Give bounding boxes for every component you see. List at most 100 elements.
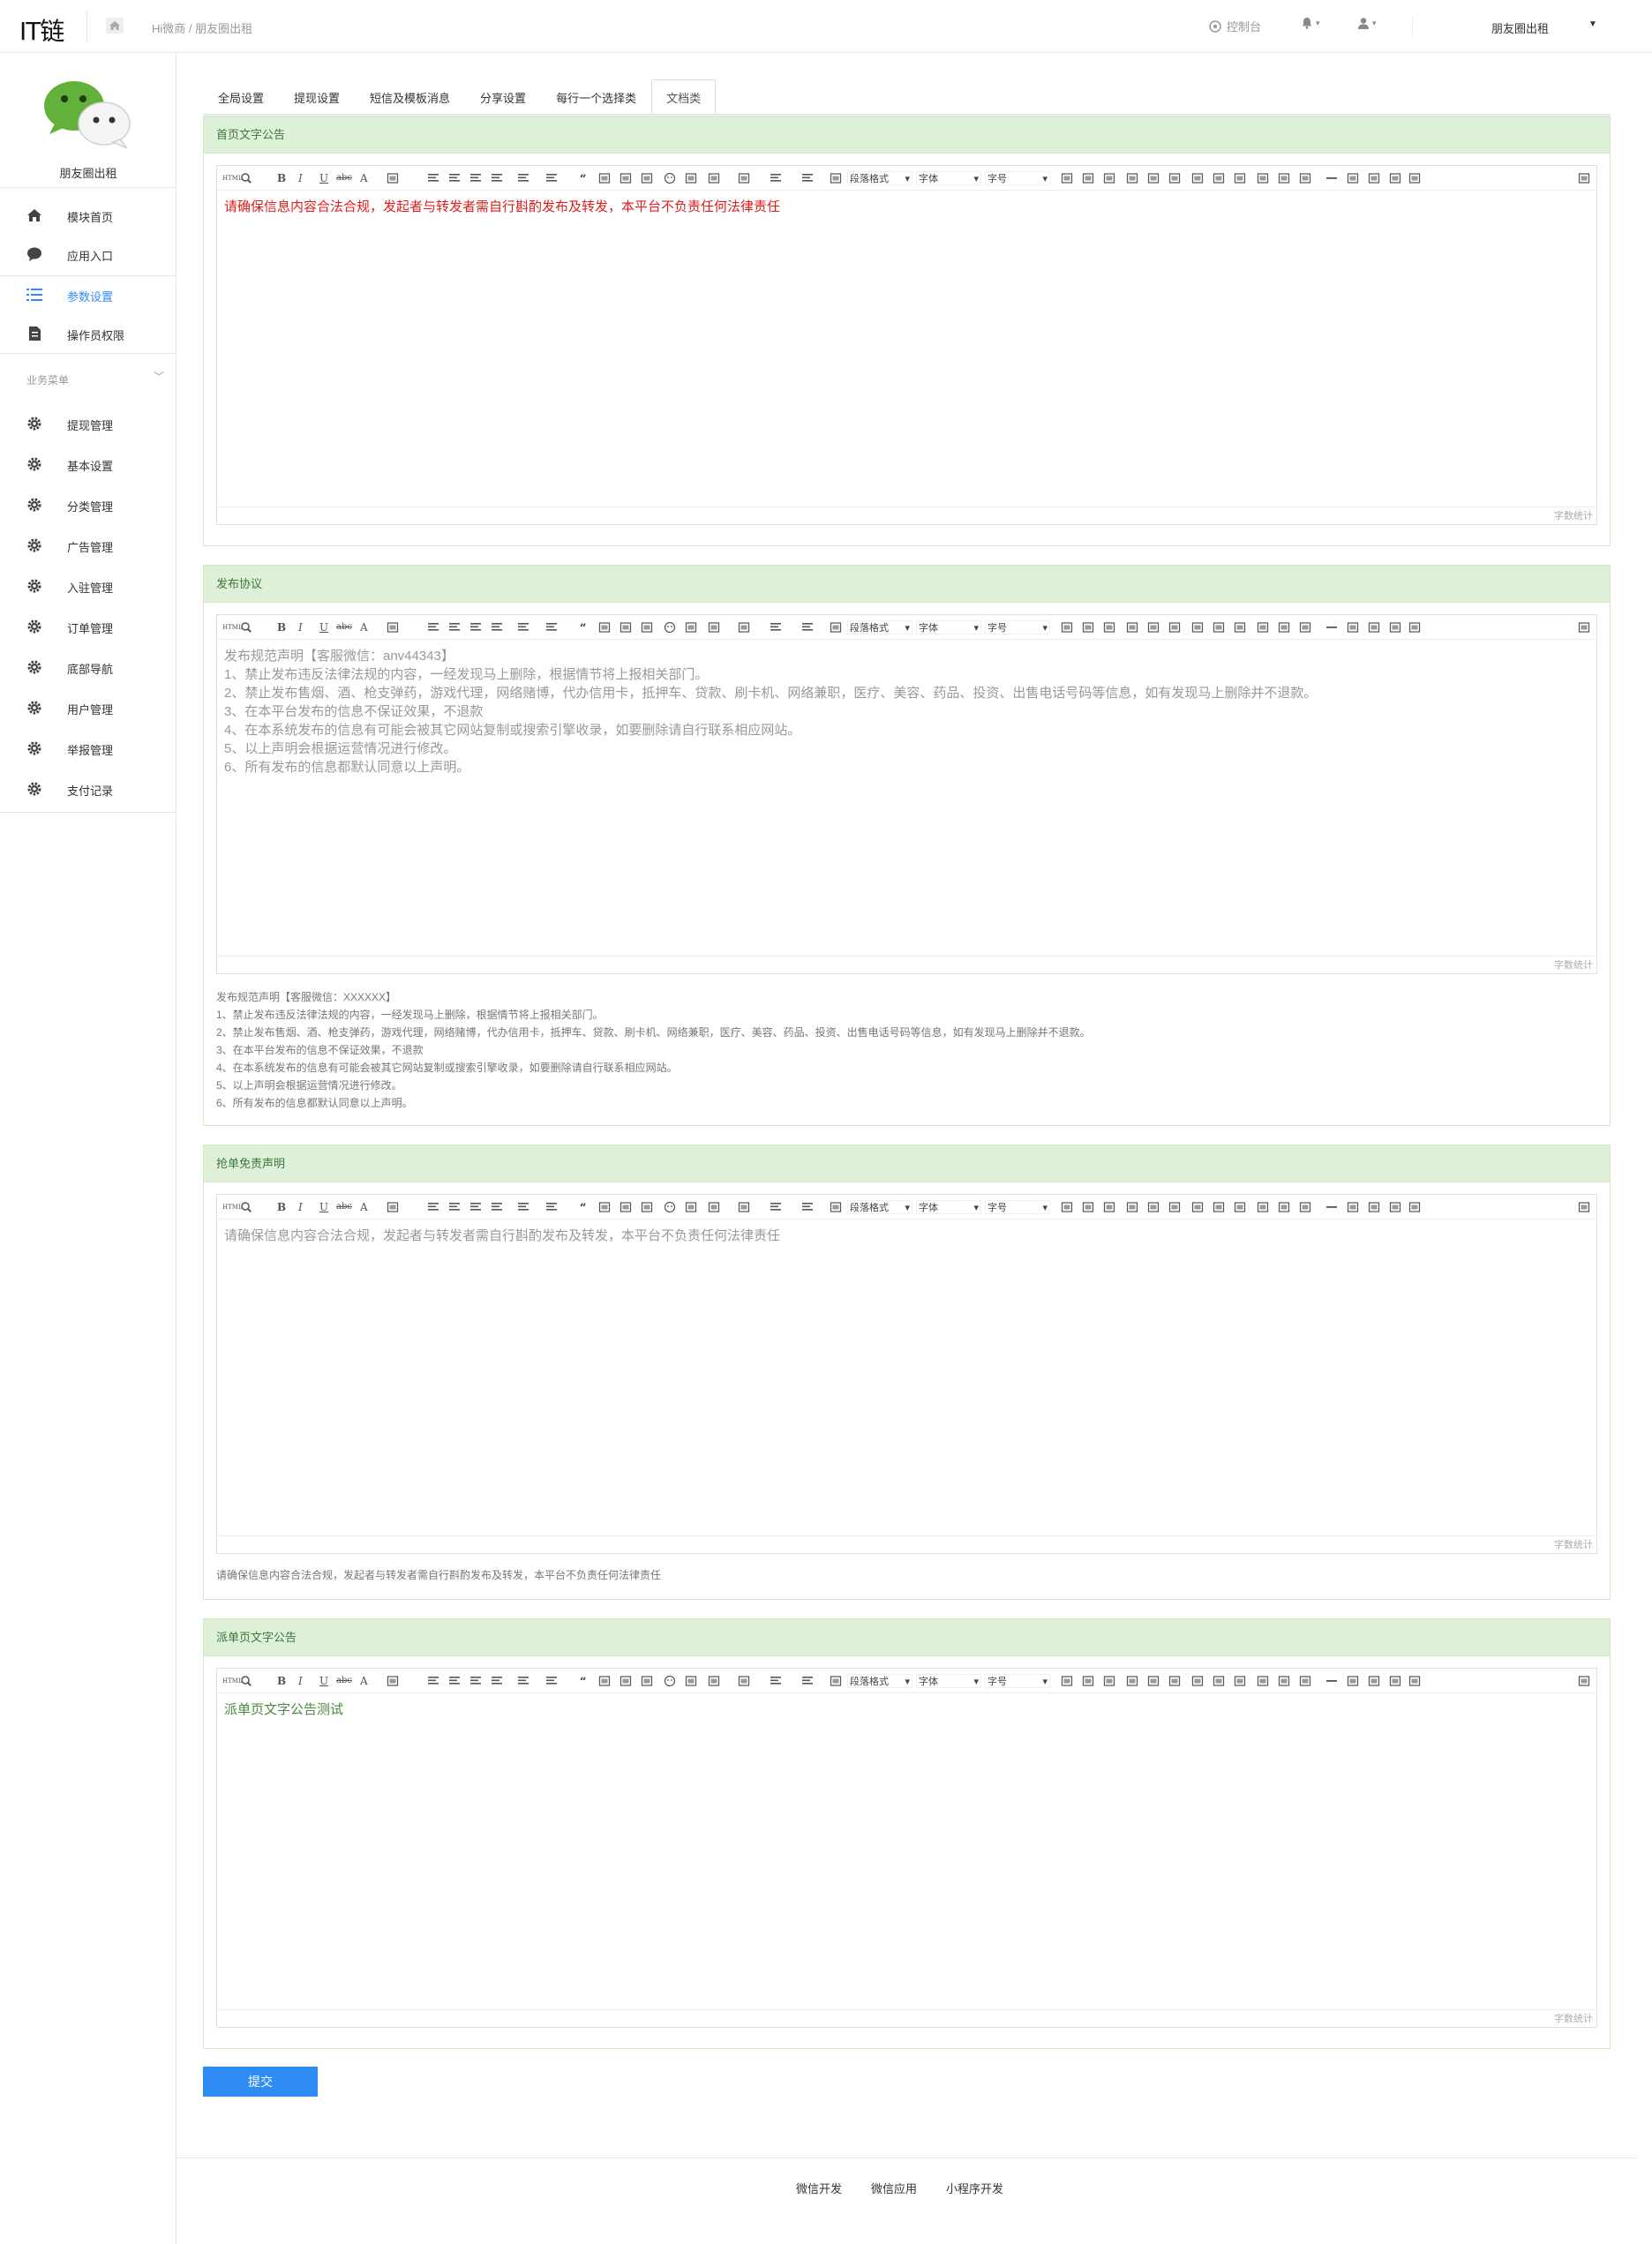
footer-link-wechat-dev[interactable]: 微信开发 [796,2180,842,2196]
format-icon[interactable] [830,1675,842,1687]
font-size-select[interactable]: 字号 ▾ [985,1674,1050,1688]
sidebar-item-module-home[interactable]: 模块首页 [0,196,176,235]
font-family-select[interactable]: 字体 ▾ [916,620,981,634]
merge-cells-icon[interactable] [1103,1675,1115,1687]
font-family-select[interactable]: 字体 ▾ [916,171,981,185]
preview-icon[interactable] [240,1675,252,1687]
delete-row-icon[interactable] [1168,1675,1181,1687]
align-left-icon[interactable] [427,621,439,634]
image-full-icon[interactable] [1278,1675,1290,1687]
clipboard-icon[interactable] [1408,172,1421,184]
align-justify-icon[interactable] [491,1201,503,1213]
insert-col-icon[interactable] [1147,1675,1160,1687]
table-props-icon[interactable] [1082,621,1094,634]
align-center-icon[interactable] [448,172,461,184]
music-icon[interactable] [641,172,653,184]
editor-content[interactable]: 发布规范声明【客服微信：anv44343】 1、禁止发布违反法律法规的内容，一经… [217,640,1596,784]
sidebar-item-param-settings[interactable]: 参数设置 [0,275,176,314]
line-height-icon[interactable] [801,1675,814,1687]
clipboard-icon[interactable] [1408,1201,1421,1213]
emoji-icon[interactable] [664,1675,676,1687]
sidebar-item-app-entry[interactable]: 应用入口 [0,235,176,274]
sidebar-item-settle-in[interactable]: 入驻管理 [0,567,176,605]
editor-content[interactable]: 请确保信息内容合法合规，发起者与转发者需自行斟酌发布及转发，本平台不负责任何法律… [217,1220,1596,1252]
split-icon[interactable] [1191,1675,1204,1687]
gallery-icon[interactable] [1299,621,1311,634]
link-icon[interactable] [685,1675,697,1687]
indent-icon[interactable] [738,172,750,184]
table-insert-icon[interactable] [1061,172,1073,184]
strikethrough-button[interactable]: abc [336,620,352,634]
strikethrough-button[interactable]: abc [336,171,352,185]
bold-button[interactable]: B [277,171,286,185]
image-icon[interactable] [598,1675,611,1687]
image-center-icon[interactable] [1257,621,1269,634]
table-icon[interactable] [620,621,632,634]
image-left-icon[interactable] [1213,1675,1225,1687]
tab-sms-templates[interactable]: 短信及模板消息 [355,79,465,115]
blockquote-icon[interactable]: “ [579,172,591,186]
highlight-icon[interactable] [387,1675,399,1687]
paragraph-format-select[interactable]: 段落格式 ▾ [847,171,912,185]
align-left-icon[interactable] [427,1201,439,1213]
unordered-list-icon[interactable] [545,621,558,634]
sidebar-item-payments[interactable]: 支付记录 [0,769,176,808]
chevron-down-icon[interactable]: ﹀ [154,369,164,384]
blockquote-icon[interactable]: “ [579,1675,591,1689]
highlight-icon[interactable] [387,172,399,184]
align-center-icon[interactable] [448,621,461,634]
chevron-down-icon[interactable]: ▼ [1588,19,1597,29]
tab-share-settings[interactable]: 分享设置 [465,79,541,115]
link-icon[interactable] [685,172,697,184]
emoji-icon[interactable] [664,621,676,634]
blockquote-icon[interactable]: “ [579,1201,591,1215]
indent-icon[interactable] [738,1201,750,1213]
align-center-icon[interactable] [448,1675,461,1687]
breadcrumb[interactable]: Hi微商 / 朋友圈出租 [152,19,252,36]
font-size-select[interactable]: 字号 ▾ [985,620,1050,634]
fullscreen-icon[interactable] [1578,1201,1590,1213]
image-left-icon[interactable] [1213,172,1225,184]
preview-icon[interactable] [240,621,252,634]
merge-cells-icon[interactable] [1103,1201,1115,1213]
horizontal-rule-icon[interactable] [1325,621,1338,634]
fullscreen-icon[interactable] [1578,1675,1590,1687]
align-justify-icon[interactable] [491,1675,503,1687]
paragraph-icon[interactable] [770,1201,782,1213]
horizontal-rule-icon[interactable] [1325,1675,1338,1687]
horizontal-rule-icon[interactable] [1325,1201,1338,1213]
preview-icon[interactable] [240,1201,252,1213]
clipboard-icon[interactable] [1408,621,1421,634]
line-height-icon[interactable] [801,621,814,634]
rich-text-editor[interactable]: HTML B I Uabc A “段落格式 ▾ 字体 ▾ 字号 ▾ 发布规范声明【客服微信：anv4… [216,614,1597,974]
app-logo[interactable]: IT链 [19,12,64,48]
notifications-dropdown[interactable]: ▾ [1301,17,1320,29]
sidebar-item-operator-permissions[interactable]: 操作员权限 [0,314,176,353]
blockquote-icon[interactable]: “ [579,621,591,635]
underline-button[interactable]: U [319,171,328,185]
paragraph-icon[interactable] [770,1675,782,1687]
align-center-icon[interactable] [448,1201,461,1213]
format-icon[interactable] [830,172,842,184]
align-left-icon[interactable] [427,172,439,184]
music-icon[interactable] [641,1675,653,1687]
underline-button[interactable]: U [319,620,328,634]
editor-content[interactable]: 请确保信息内容合法合规，发起者与转发者需自行斟酌发布及转发，本平台不负责任何法律… [217,191,1596,223]
emoji-icon[interactable] [664,172,676,184]
insert-row-icon[interactable] [1126,1675,1138,1687]
bold-button[interactable]: B [277,1200,286,1214]
table-props-icon[interactable] [1082,1675,1094,1687]
eraser-icon[interactable] [708,1201,720,1213]
image-right-icon[interactable] [1234,1675,1246,1687]
footer-link-wechat-apps[interactable]: 微信应用 [871,2180,917,2196]
merge-cells-icon[interactable] [1103,621,1115,634]
image-center-icon[interactable] [1257,1675,1269,1687]
font-color-button[interactable]: A [360,620,368,634]
italic-button[interactable]: I [298,620,303,634]
insert-col-icon[interactable] [1147,172,1160,184]
link-icon[interactable] [685,1201,697,1213]
sidebar-item-bottom-nav[interactable]: 底部导航 [0,648,176,687]
table-props-icon[interactable] [1082,1201,1094,1213]
highlight-icon[interactable] [387,621,399,634]
footer-link-miniprogram-dev[interactable]: 小程序开发 [946,2180,1003,2196]
